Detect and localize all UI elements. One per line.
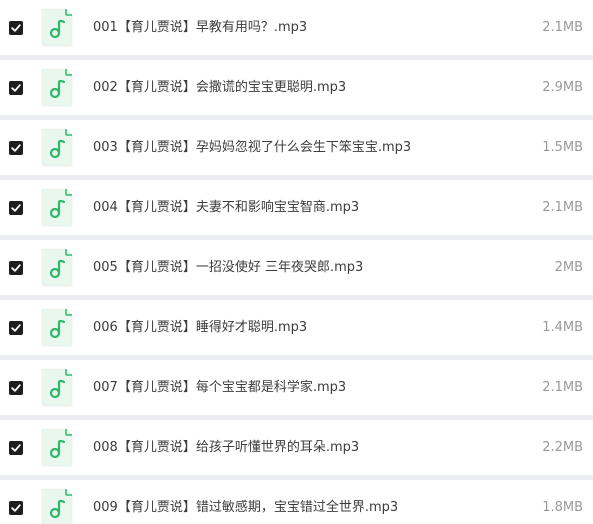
file-name[interactable]: 007【育儿贾说】每个宝宝都是科学家.mp3 bbox=[93, 379, 346, 397]
file-size: 2MB bbox=[554, 260, 583, 275]
checkbox-checked[interactable] bbox=[9, 141, 23, 155]
audio-file-icon bbox=[40, 308, 73, 347]
file-size: 1.8MB bbox=[542, 500, 583, 515]
audio-file-icon bbox=[40, 428, 73, 467]
audio-file-icon bbox=[40, 188, 73, 227]
file-size: 2.1MB bbox=[542, 200, 583, 215]
checkmark-icon bbox=[11, 84, 21, 92]
file-row[interactable]: 009【育儿贾说】错过敏感期，宝宝错过全世界.mp3 1.8MB bbox=[0, 480, 593, 524]
checkbox-checked[interactable] bbox=[9, 501, 23, 515]
file-row[interactable]: 006【育儿贾说】睡得好才聪明.mp3 1.4MB bbox=[0, 300, 593, 355]
audio-file-icon bbox=[40, 248, 73, 287]
file-size: 2.1MB bbox=[542, 20, 583, 35]
file-name[interactable]: 008【育儿贾说】给孩子听懂世界的耳朵.mp3 bbox=[93, 439, 359, 457]
checkmark-icon bbox=[11, 324, 21, 332]
checkbox-checked[interactable] bbox=[9, 321, 23, 335]
file-name[interactable]: 002【育儿贾说】会撒谎的宝宝更聪明.mp3 bbox=[93, 79, 346, 97]
file-name[interactable]: 004【育儿贾说】夫妻不和影响宝宝智商.mp3 bbox=[93, 199, 359, 217]
file-size: 1.5MB bbox=[542, 140, 583, 155]
file-size: 1.4MB bbox=[542, 320, 583, 335]
file-row[interactable]: 008【育儿贾说】给孩子听懂世界的耳朵.mp3 2.2MB bbox=[0, 420, 593, 475]
audio-file-icon bbox=[40, 8, 73, 47]
audio-file-icon bbox=[40, 368, 73, 407]
checkmark-icon bbox=[11, 504, 21, 512]
file-row[interactable]: 004【育儿贾说】夫妻不和影响宝宝智商.mp3 2.1MB bbox=[0, 180, 593, 235]
checkbox-checked[interactable] bbox=[9, 441, 23, 455]
file-row[interactable]: 005【育儿贾说】一招没使好 三年夜哭郎.mp3 2MB bbox=[0, 240, 593, 295]
checkmark-icon bbox=[11, 204, 21, 212]
checkbox-checked[interactable] bbox=[9, 201, 23, 215]
file-name[interactable]: 003【育儿贾说】孕妈妈忽视了什么会生下笨宝宝.mp3 bbox=[93, 139, 411, 157]
file-name[interactable]: 001【育儿贾说】早教有用吗？.mp3 bbox=[93, 19, 307, 37]
checkbox-checked[interactable] bbox=[9, 381, 23, 395]
checkbox-checked[interactable] bbox=[9, 81, 23, 95]
file-name[interactable]: 006【育儿贾说】睡得好才聪明.mp3 bbox=[93, 319, 307, 337]
file-row[interactable]: 003【育儿贾说】孕妈妈忽视了什么会生下笨宝宝.mp3 1.5MB bbox=[0, 120, 593, 175]
checkbox-checked[interactable] bbox=[9, 21, 23, 35]
audio-file-icon bbox=[40, 488, 73, 524]
file-size: 2.1MB bbox=[542, 380, 583, 395]
file-name[interactable]: 009【育儿贾说】错过敏感期，宝宝错过全世界.mp3 bbox=[93, 499, 398, 517]
checkbox-checked[interactable] bbox=[9, 261, 23, 275]
file-row[interactable]: 001【育儿贾说】早教有用吗？.mp3 2.1MB bbox=[0, 0, 593, 55]
file-name[interactable]: 005【育儿贾说】一招没使好 三年夜哭郎.mp3 bbox=[93, 259, 363, 277]
file-size: 2.9MB bbox=[542, 80, 583, 95]
file-size: 2.2MB bbox=[542, 440, 583, 455]
audio-file-icon bbox=[40, 128, 73, 167]
checkmark-icon bbox=[11, 24, 21, 32]
checkmark-icon bbox=[11, 444, 21, 452]
audio-file-icon bbox=[40, 68, 73, 107]
checkmark-icon bbox=[11, 384, 21, 392]
checkmark-icon bbox=[11, 144, 21, 152]
file-row[interactable]: 007【育儿贾说】每个宝宝都是科学家.mp3 2.1MB bbox=[0, 360, 593, 415]
file-list: 001【育儿贾说】早教有用吗？.mp3 2.1MB 002【育儿贾说】会撒谎的宝… bbox=[0, 0, 593, 524]
file-row[interactable]: 002【育儿贾说】会撒谎的宝宝更聪明.mp3 2.9MB bbox=[0, 60, 593, 115]
checkmark-icon bbox=[11, 264, 21, 272]
